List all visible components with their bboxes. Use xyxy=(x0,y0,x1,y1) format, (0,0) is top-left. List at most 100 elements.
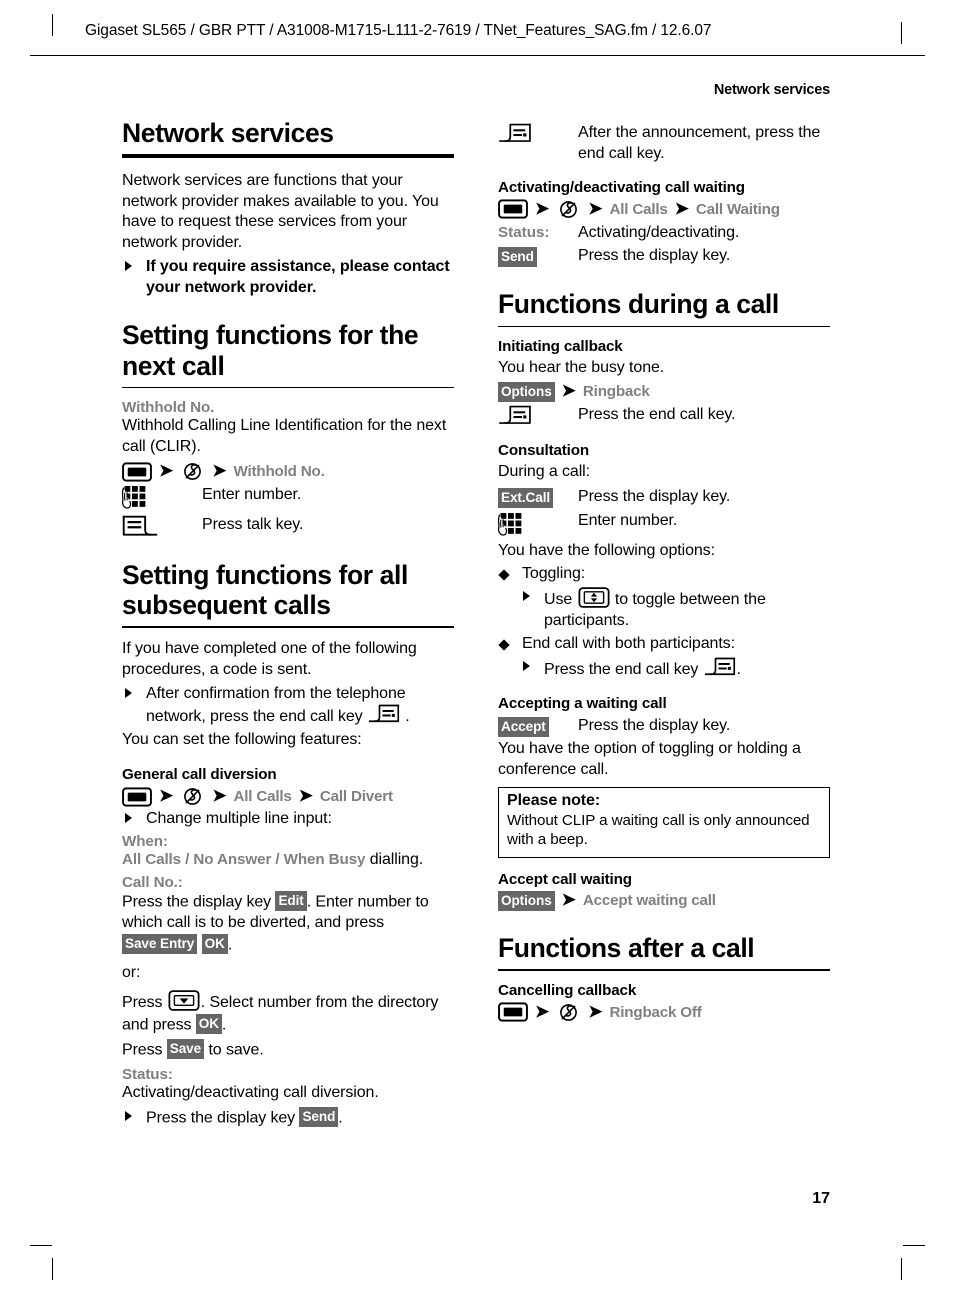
menu-path-call-waiting[interactable]: ➤ ➤ All Calls ➤ Call Waiting xyxy=(498,199,830,220)
row-press-end-call-key: Press the end call key. xyxy=(498,404,830,427)
talk-key-icon[interactable] xyxy=(122,514,202,539)
network-services-icon[interactable] xyxy=(180,461,205,482)
arrow-icon: ➤ xyxy=(212,461,227,481)
row-after-announcement-desc: After the announcement, press the end ca… xyxy=(578,124,821,162)
menu-path-ringback[interactable]: Options ➤ Ringback xyxy=(498,381,830,402)
end-call-key-icon[interactable] xyxy=(363,708,406,725)
softkey-options[interactable]: Options xyxy=(498,890,555,911)
network-services-icon[interactable] xyxy=(556,1002,581,1023)
menu-key-icon[interactable] xyxy=(122,462,152,482)
softkey-ok[interactable]: OK xyxy=(201,933,228,954)
keypad-icon[interactable] xyxy=(498,510,578,539)
section-rule-during-call xyxy=(498,325,830,328)
directory-down-key-icon[interactable] xyxy=(167,994,201,1011)
status-desc: Activating/deactivating. xyxy=(578,223,740,241)
chapter-tag: Network services xyxy=(713,82,830,98)
subsection-title-cancelling-callback: Cancelling callback xyxy=(498,981,637,999)
menu-item-all-calls[interactable]: All Calls xyxy=(610,201,668,218)
ext-call-desc: Press the display key. xyxy=(578,487,731,505)
conference-option-line: You have the option of toggling or holdi… xyxy=(498,740,801,779)
callno3-text-b: to save. xyxy=(204,1041,264,1059)
callno-text-a: Press the display key xyxy=(122,893,276,911)
softkey-accept[interactable]: Accept xyxy=(498,717,549,738)
diamond-bullet-icon xyxy=(498,639,510,651)
arrow-icon: ➤ xyxy=(674,198,689,218)
during-call-line: During a call: xyxy=(498,462,590,480)
softkey-edit[interactable]: Edit xyxy=(275,890,307,911)
end-call-key-icon[interactable] xyxy=(703,661,737,678)
when-options-line: All Calls / No Answer / When Busy dialli… xyxy=(122,850,454,871)
softkey-send[interactable]: Send xyxy=(498,247,537,268)
arrow-icon: ➤ xyxy=(535,1001,550,1021)
menu-item-accept-waiting-call[interactable]: Accept waiting call xyxy=(583,892,716,909)
row-enter-number: Enter number. xyxy=(498,510,830,539)
end-call-key-icon[interactable] xyxy=(498,122,578,145)
row-press-talk-key-desc: Press talk key. xyxy=(202,516,304,534)
menu-path-ringback-off[interactable]: ➤ ➤ Ringback Off xyxy=(498,1002,830,1023)
row-press-talk-key: Press talk key. xyxy=(122,514,454,539)
diamond-bullet-icon xyxy=(498,569,510,582)
menu-item-ringback[interactable]: Ringback xyxy=(583,383,650,400)
end-call-key-icon[interactable] xyxy=(498,404,578,427)
callno-instruction-3: Press Save to save. xyxy=(122,1038,454,1061)
arrow-icon: ➤ xyxy=(159,786,174,806)
label-when: When: xyxy=(122,832,168,850)
row-enter-number-desc: Enter number. xyxy=(202,486,302,504)
busy-tone-line: You hear the busy tone. xyxy=(498,359,665,377)
arrow-icon: ➤ xyxy=(561,381,576,401)
softkey-save-entry[interactable]: Save Entry xyxy=(122,933,198,954)
menu-key-icon[interactable] xyxy=(498,199,528,219)
arrow-icon: ➤ xyxy=(159,461,174,481)
subsection-title-accepting-waiting-call: Accepting a waiting call xyxy=(498,695,667,713)
section-title-during-call: Functions during a call xyxy=(498,289,779,320)
arrow-icon: ➤ xyxy=(561,890,576,910)
subsection-title-initiating-callback: Initiating callback xyxy=(498,338,623,356)
please-note-box: Please note: Without CLIP a waiting call… xyxy=(498,786,830,858)
menu-item-withhold-no[interactable]: Withhold No. xyxy=(234,463,325,480)
when-suffix: dialling. xyxy=(365,850,424,868)
all-calls-intro: If you have completed one of the followi… xyxy=(122,640,417,678)
menu-item-call-waiting[interactable]: Call Waiting xyxy=(696,201,780,218)
callno3-text-a: Press xyxy=(122,1041,167,1059)
menu-item-all-calls[interactable]: All Calls xyxy=(234,788,292,805)
softkey-send[interactable]: Send xyxy=(299,1107,339,1127)
menu-item-ringback-off[interactable]: Ringback Off xyxy=(610,1004,702,1021)
term-withhold-no: Withhold No. xyxy=(122,399,215,417)
following-options-line: You have the following options: xyxy=(498,541,715,559)
menu-path-accept-waiting-call[interactable]: Options ➤ Accept waiting call xyxy=(498,890,830,911)
triangle-bullet-icon xyxy=(125,813,132,824)
bullet-toggling-detail: Use to toggle between the participants. xyxy=(520,587,830,632)
network-services-icon[interactable] xyxy=(180,786,205,807)
menu-item-call-divert[interactable]: Call Divert xyxy=(320,788,393,805)
menu-key-icon[interactable] xyxy=(122,787,152,807)
menu-key-icon[interactable] xyxy=(498,1002,528,1022)
callno2-text-c: . xyxy=(221,1016,227,1034)
up-down-control-key-icon[interactable] xyxy=(577,591,611,608)
section-rule-after-call xyxy=(498,968,830,971)
endboth-text-a: Press the end call key xyxy=(544,660,703,678)
term-withhold-no-desc: Withhold Calling Line Identification for… xyxy=(122,417,447,456)
menu-path-withhold[interactable]: ➤ ➤ Withhold No. xyxy=(122,461,454,482)
label-call-no: Call No.: xyxy=(122,873,183,891)
right-column: After the announcement, press the end ca… xyxy=(498,118,830,1025)
menu-path-call-divert[interactable]: ➤ ➤ All Calls ➤ Call Divert xyxy=(122,786,454,807)
bullet-toggling-text: Toggling: xyxy=(522,565,586,583)
softkey-save[interactable]: Save xyxy=(166,1038,205,1059)
page-title: Network services xyxy=(122,118,334,148)
network-services-icon[interactable] xyxy=(556,199,581,220)
keypad-icon[interactable] xyxy=(122,484,202,512)
left-column: Network services Network services are fu… xyxy=(122,118,454,1131)
intro-paragraph: Network services are functions that your… xyxy=(122,171,439,252)
softkey-options[interactable]: Options xyxy=(498,381,555,402)
bullet-toggling: Toggling: xyxy=(498,564,830,585)
row-ext-call: Ext.Call Press the display key. xyxy=(498,486,830,508)
softkey-ok-2[interactable]: OK xyxy=(195,1013,222,1034)
change-line-bullet: Change multiple line input: xyxy=(122,809,454,830)
crop-mark-top-left xyxy=(52,14,53,36)
status-bullet: Press the display key Send. xyxy=(122,1107,454,1129)
softkey-ext-call[interactable]: Ext.Call xyxy=(498,487,554,508)
section-rule-next-call xyxy=(122,386,454,389)
triangle-bullet-icon xyxy=(523,660,530,671)
subsection-title-accept-call-waiting: Accept call waiting xyxy=(498,870,632,888)
note-title: Please note: xyxy=(507,791,601,809)
